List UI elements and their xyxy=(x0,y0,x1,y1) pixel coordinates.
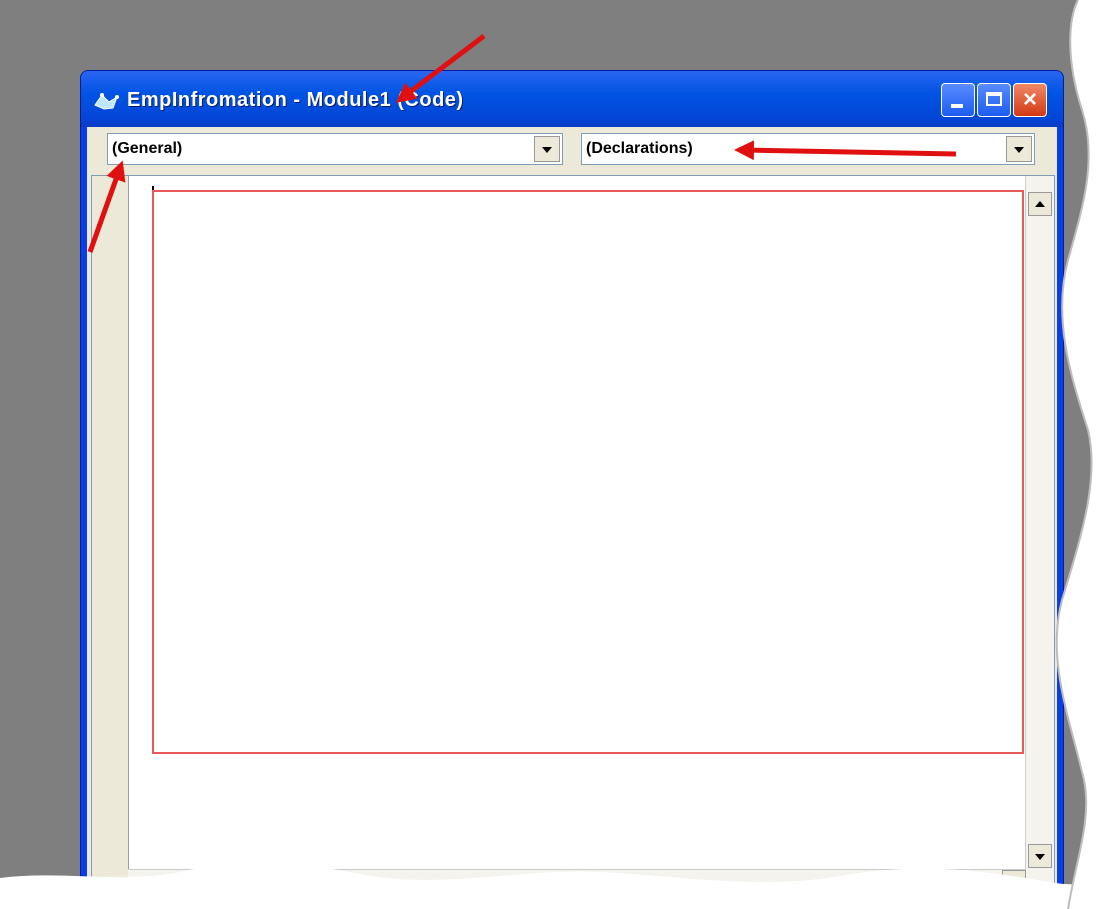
maximize-icon xyxy=(986,92,1002,106)
screenshot-stage: EmpInfromation - Module1 (Code) × (Gener… xyxy=(0,0,1104,909)
procedure-combo[interactable]: (Declarations) xyxy=(581,133,1035,165)
procedure-combo-value: (Declarations) xyxy=(586,140,693,157)
close-button[interactable]: × xyxy=(1013,83,1047,117)
object-combo[interactable]: (General) xyxy=(107,133,563,165)
arrow-right-icon xyxy=(1012,877,1018,887)
vertical-scrollbar[interactable] xyxy=(1025,176,1054,894)
scroll-right-button[interactable] xyxy=(1002,870,1026,894)
title-bar[interactable]: EmpInfromation - Module1 (Code) × xyxy=(81,71,1063,127)
chevron-down-icon xyxy=(542,147,552,153)
code-area-highlight xyxy=(152,190,1024,754)
minimize-icon xyxy=(951,104,963,108)
code-editor[interactable] xyxy=(91,175,1055,895)
object-combo-value: (General) xyxy=(112,140,183,157)
code-window: EmpInfromation - Module1 (Code) × (Gener… xyxy=(80,70,1064,895)
scroll-down-button[interactable] xyxy=(1028,844,1052,868)
arrow-down-icon xyxy=(1035,854,1045,860)
chevron-down-icon xyxy=(1014,147,1024,153)
procedure-combo-dropdown-button[interactable] xyxy=(1006,136,1032,162)
window-title: EmpInfromation - Module1 (Code) xyxy=(127,89,464,111)
horizontal-scrollbar[interactable] xyxy=(128,869,1026,894)
object-combo-dropdown-button[interactable] xyxy=(534,136,560,162)
vb-module-icon xyxy=(94,93,119,110)
minimize-button[interactable] xyxy=(941,83,975,117)
scroll-up-button[interactable] xyxy=(1028,192,1052,216)
maximize-button[interactable] xyxy=(977,83,1011,117)
code-window-client: (General) (Declarations) xyxy=(87,127,1057,895)
close-icon: × xyxy=(1022,86,1037,113)
margin-indicator-bar[interactable] xyxy=(92,176,129,894)
arrow-up-icon xyxy=(1035,201,1045,207)
